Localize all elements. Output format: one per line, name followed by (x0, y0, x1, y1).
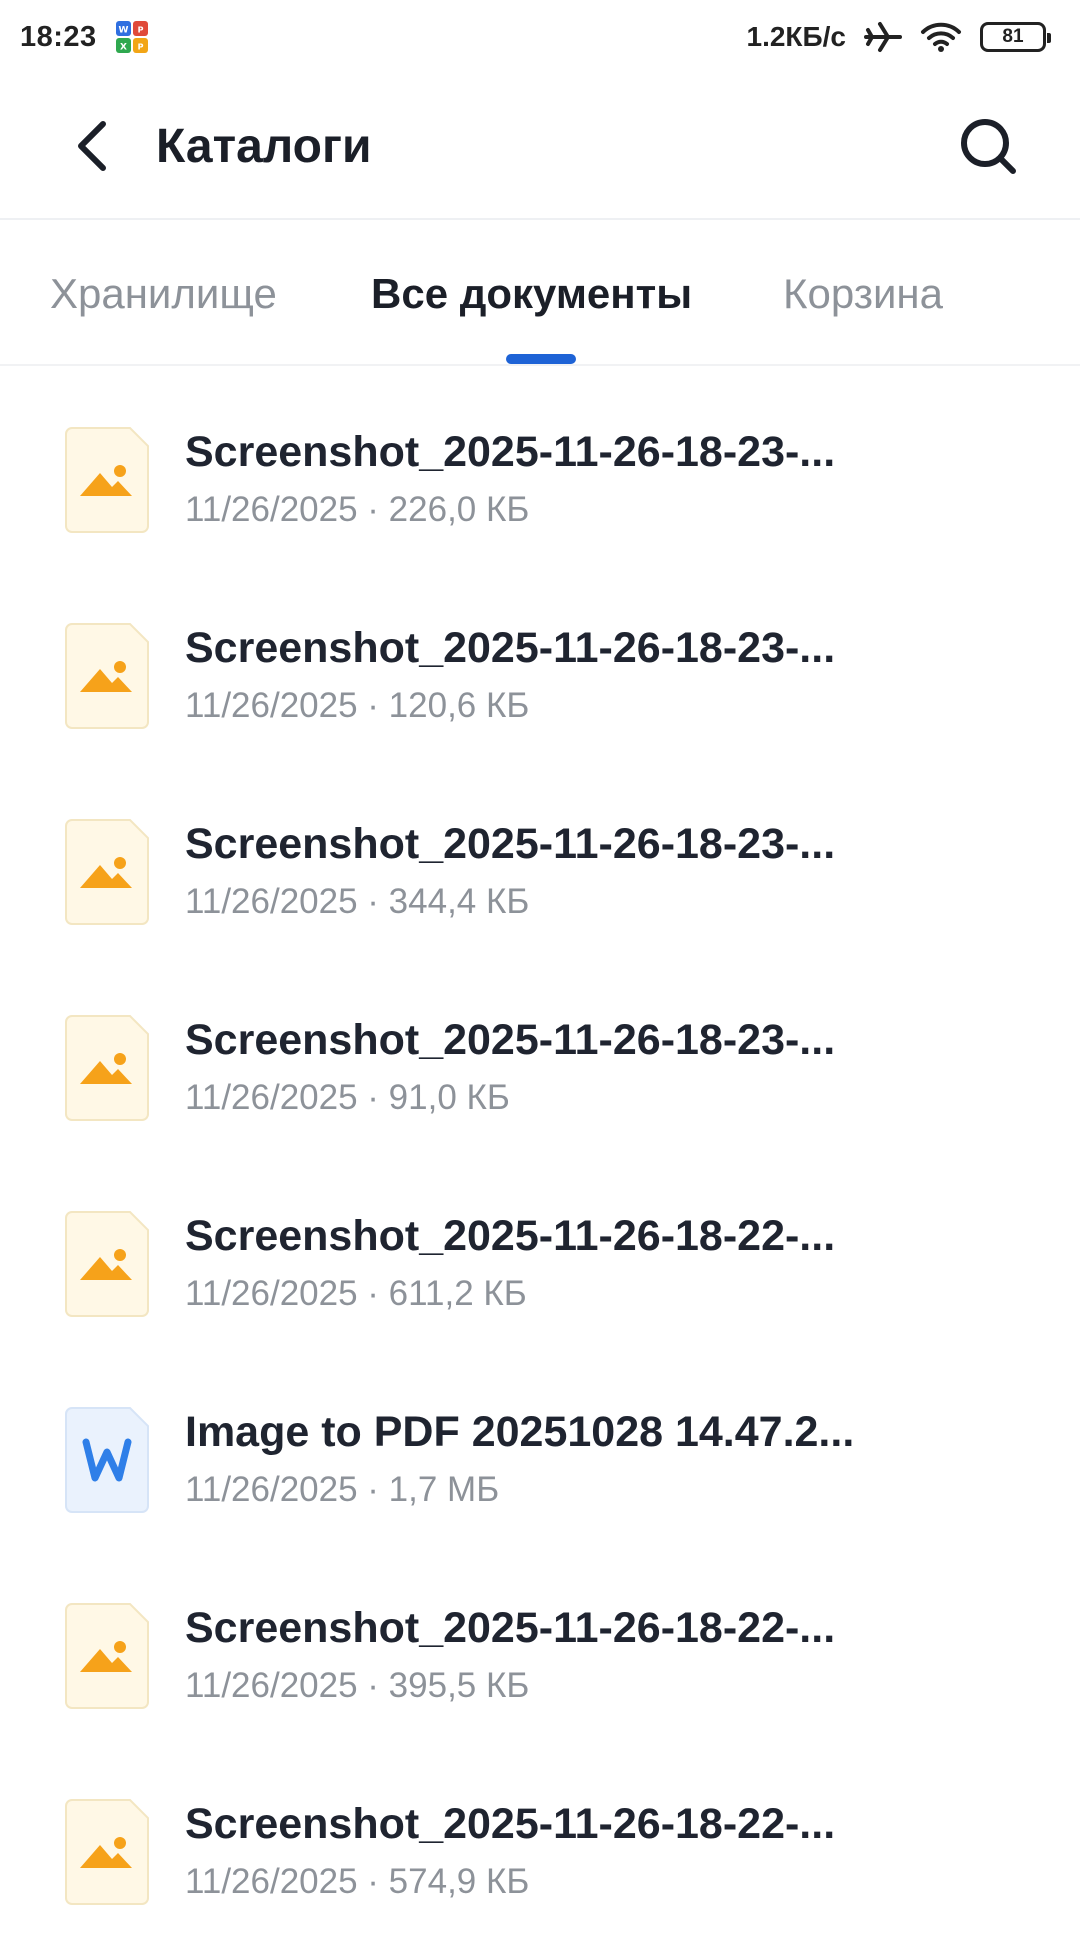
image-file-icon (65, 427, 149, 533)
tab-storage[interactable]: Хранилище (50, 270, 277, 318)
list-item[interactable]: Screenshot_2025-11-26-18-23-... 11/26/20… (0, 760, 1080, 956)
file-meta: 11/26/2025 · 1,7 МБ (185, 1470, 500, 1509)
file-name: Screenshot_2025-11-26-18-23-... (185, 428, 836, 476)
word-file-icon (65, 1407, 149, 1513)
image-file-icon (65, 623, 149, 729)
list-item[interactable]: Screenshot_2025-11-26-18-22-... 11/26/20… (0, 1152, 1080, 1348)
file-name: Screenshot_2025-11-26-18-22-... (185, 1604, 836, 1652)
list-item[interactable]: Screenshot_2025-11-26-18-23-... 11/26/20… (0, 956, 1080, 1152)
tab-bar: Хранилище Все документы Корзина (0, 222, 1080, 366)
battery-icon: 81 (980, 22, 1051, 52)
battery-level: 81 (1002, 26, 1024, 47)
tab-trash[interactable]: Корзина (783, 270, 943, 318)
network-speed: 1.2КБ/с (746, 21, 847, 52)
status-bar: 18:23 W P X P 1.2КБ/с 81 (0, 0, 1080, 74)
file-name: Screenshot_2025-11-26-18-23-... (185, 820, 836, 868)
file-name: Image to PDF 20251028 14.47.2... (185, 1408, 855, 1456)
wifi-icon (921, 22, 961, 52)
back-button[interactable] (70, 116, 114, 176)
file-meta: 11/26/2025 · 91,0 КБ (185, 1078, 510, 1117)
header-left: Каталоги (70, 116, 371, 176)
list-item[interactable]: Screenshot_2025-11-26-18-22-... 11/26/20… (0, 1740, 1080, 1936)
file-name: Screenshot_2025-11-26-18-22-... (185, 1800, 836, 1848)
list-item[interactable]: Screenshot_2025-11-26-18-23-... 11/26/20… (0, 564, 1080, 760)
file-list: Screenshot_2025-11-26-18-23-... 11/26/20… (0, 368, 1080, 1936)
file-meta: 11/26/2025 · 611,2 КБ (185, 1274, 527, 1313)
chevron-left-icon (78, 121, 106, 171)
office-app-icon: W P X P (115, 21, 148, 53)
file-meta: 11/26/2025 · 344,4 КБ (185, 882, 530, 921)
active-tab-indicator (506, 354, 576, 364)
file-meta: 11/26/2025 · 226,0 КБ (185, 490, 530, 529)
airplane-icon (864, 22, 902, 52)
app-header: Каталоги (0, 74, 1080, 220)
image-file-icon (65, 819, 149, 925)
file-name: Screenshot_2025-11-26-18-23-... (185, 1016, 836, 1064)
file-name: Screenshot_2025-11-26-18-23-... (185, 624, 836, 672)
page-title: Каталоги (156, 119, 372, 173)
list-item[interactable]: Screenshot_2025-11-26-18-23-... 11/26/20… (0, 368, 1080, 564)
status-right: 1.2КБ/с 81 (746, 20, 1051, 54)
image-file-icon (65, 1799, 149, 1905)
image-file-icon (65, 1015, 149, 1121)
search-button[interactable] (956, 114, 1020, 178)
file-meta: 11/26/2025 · 574,9 КБ (185, 1862, 530, 1901)
svg-text:W: W (118, 26, 128, 36)
list-item[interactable]: Image to PDF 20251028 14.47.2... 11/26/2… (0, 1348, 1080, 1544)
svg-text:X: X (120, 43, 127, 53)
search-icon (961, 119, 1016, 174)
file-name: Screenshot_2025-11-26-18-22-... (185, 1212, 836, 1260)
status-left: 18:23 W P X P (20, 20, 149, 54)
svg-text:P: P (137, 43, 143, 52)
tab-all-documents[interactable]: Все документы (371, 270, 692, 318)
image-file-icon (65, 1603, 149, 1709)
list-item[interactable]: Screenshot_2025-11-26-18-22-... 11/26/20… (0, 1544, 1080, 1740)
svg-text:P: P (137, 26, 143, 35)
file-meta: 11/26/2025 · 120,6 КБ (185, 686, 530, 725)
file-meta: 11/26/2025 · 395,5 КБ (185, 1666, 530, 1705)
image-file-icon (65, 1211, 149, 1317)
status-time: 18:23 (20, 20, 97, 53)
